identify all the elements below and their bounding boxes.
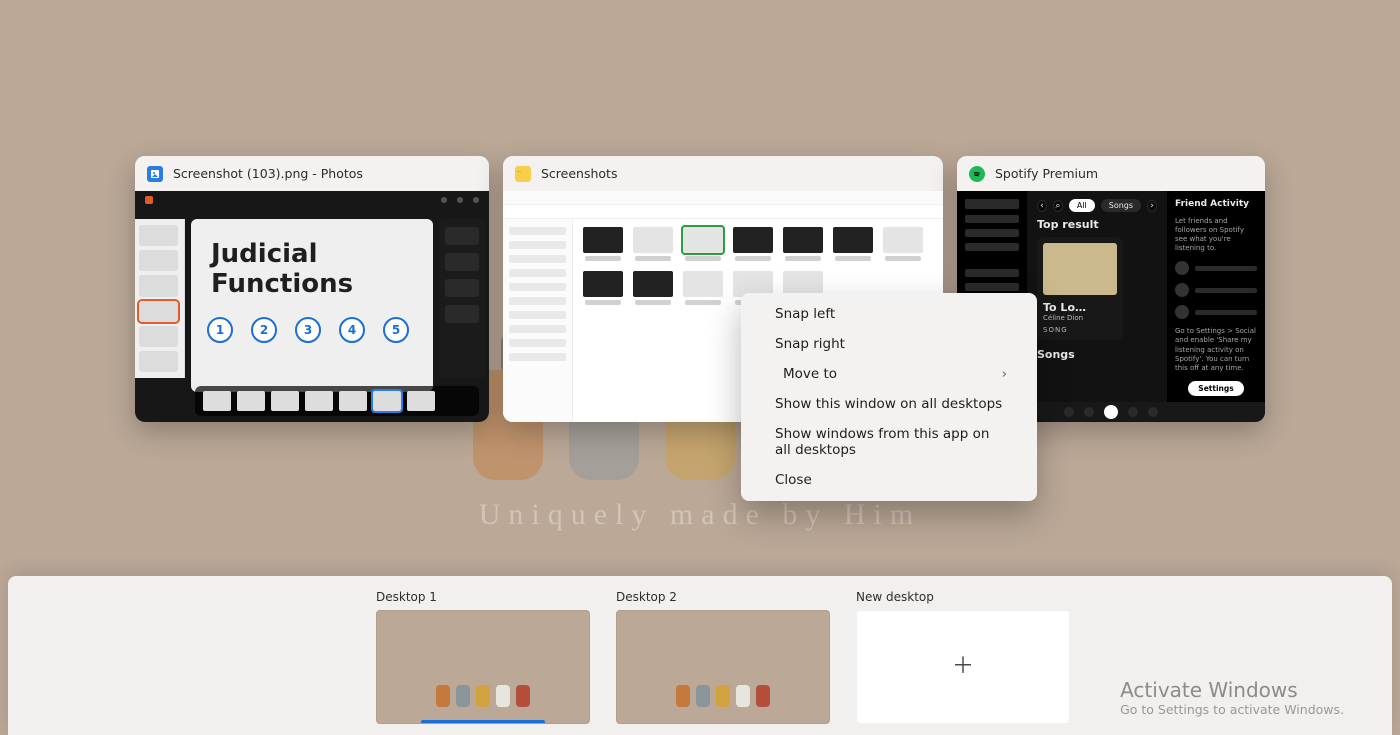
window-preview: Judicial Functions 1 2 3 4 5: [135, 191, 489, 422]
chip: 1: [207, 317, 233, 343]
slide-title: Judicial Functions: [207, 233, 417, 301]
settings-button: Settings: [1188, 381, 1243, 396]
result-title: To Lo…: [1043, 301, 1117, 314]
task-view-windows: Screenshot (103).png - Photos Judicial F…: [0, 156, 1400, 422]
explorer-sidebar: [503, 219, 573, 422]
friend-cta-text: Go to Settings > Social and enable 'Shar…: [1175, 327, 1257, 372]
forward-icon: ›: [1147, 200, 1157, 212]
friend-activity-panel: Friend Activity Let friends and follower…: [1167, 191, 1265, 402]
new-desktop-thumbnail[interactable]: ＋: [856, 610, 1070, 724]
result-tag: SONG: [1043, 326, 1117, 334]
nav-search: [965, 229, 1019, 237]
prev-icon: [1084, 407, 1094, 417]
watermark-title: Activate Windows: [1120, 678, 1344, 702]
top-result-heading: Top result: [1037, 218, 1157, 231]
spotify-main: ‹ ⌕ All Songs › Top result To Lo… Céline…: [1027, 191, 1167, 402]
photos-filmstrip: [195, 386, 479, 416]
desktop-label: Desktop 1: [376, 590, 590, 604]
window-context-menu: Snap left Snap right Move to › Show this…: [741, 293, 1037, 501]
next-icon: [1128, 407, 1138, 417]
chip: 3: [295, 317, 321, 343]
window-title: Spotify Premium: [995, 166, 1098, 181]
menu-label: Snap right: [775, 336, 845, 352]
menu-close[interactable]: Close: [741, 465, 1037, 495]
avatar-icon: [1175, 283, 1189, 297]
tab-songs: Songs: [1101, 199, 1141, 212]
menu-label: Show this window on all desktops: [775, 396, 1002, 412]
virtual-desktops-strip: Desktop 1 Desktop 2 New desktop ＋ Activa…: [8, 576, 1392, 735]
spotify-icon: [969, 166, 985, 182]
window-title: Screenshots: [541, 166, 617, 181]
shuffle-icon: [1064, 407, 1074, 417]
watermark-sub: Go to Settings to activate Windows.: [1120, 702, 1344, 717]
nav-liked: [965, 283, 1019, 291]
menu-label: Move to: [775, 366, 837, 382]
window-titlebar: Screenshot (103).png - Photos: [135, 156, 489, 191]
menu-label: Snap left: [775, 306, 835, 322]
result-artist: Céline Dion: [1043, 314, 1117, 322]
friend-heading: Friend Activity: [1175, 199, 1257, 209]
friend-text: Let friends and followers on Spotify see…: [1175, 217, 1257, 253]
menu-show-all-desktops[interactable]: Show this window on all desktops: [741, 389, 1037, 419]
chip: 2: [251, 317, 277, 343]
photos-app-icon: [147, 166, 163, 182]
desktop-thumbnail[interactable]: [376, 610, 590, 724]
new-desktop[interactable]: New desktop ＋: [856, 590, 1070, 724]
photos-right-panel: [439, 219, 485, 378]
new-desktop-label: New desktop: [856, 590, 1070, 604]
photos-topbar: [135, 191, 489, 209]
plus-icon: ＋: [952, 656, 974, 678]
app-icon: [145, 196, 153, 204]
repeat-icon: [1148, 407, 1158, 417]
desktop-item[interactable]: Desktop 1: [376, 590, 590, 724]
nav-home: [965, 215, 1019, 223]
desktop-thumbnail[interactable]: [616, 610, 830, 724]
window-thumbnail-photos[interactable]: Screenshot (103).png - Photos Judicial F…: [135, 156, 489, 422]
album-art: [1043, 243, 1117, 295]
menu-show-app-all-desktops[interactable]: Show windows from this app on all deskto…: [741, 419, 1037, 465]
nav-library: [965, 243, 1019, 251]
slide-canvas: Judicial Functions 1 2 3 4 5: [191, 219, 433, 392]
avatar-icon: [1175, 261, 1189, 275]
top-result-card: To Lo… Céline Dion SONG: [1037, 237, 1123, 340]
desktop-item[interactable]: Desktop 2: [616, 590, 830, 724]
search-icon: ⌕: [1053, 200, 1063, 212]
songs-heading: Songs: [1037, 348, 1157, 361]
slide-chips: 1 2 3 4 5: [207, 317, 417, 343]
window-titlebar: Screenshots: [503, 156, 943, 191]
wallpaper-caption: Uniquely made by Him: [479, 498, 921, 532]
window-titlebar: Spotify Premium: [957, 156, 1265, 191]
nav-create: [965, 269, 1019, 277]
chevron-right-icon: ›: [1002, 366, 1007, 382]
back-icon: ‹: [1037, 200, 1047, 212]
menu-snap-right[interactable]: Snap right: [741, 329, 1037, 359]
menu-label: Show windows from this app on all deskto…: [775, 426, 1007, 458]
slide-thumbnails: [135, 219, 185, 378]
desktop-label: Desktop 2: [616, 590, 830, 604]
menu-move-to[interactable]: Move to ›: [741, 359, 1037, 389]
chip: 5: [383, 317, 409, 343]
chip: 4: [339, 317, 365, 343]
folder-icon: [515, 166, 531, 182]
menu-snap-left[interactable]: Snap left: [741, 299, 1037, 329]
activation-watermark: Activate Windows Go to Settings to activ…: [1120, 678, 1344, 717]
tab-all: All: [1069, 199, 1095, 212]
play-icon: [1104, 405, 1118, 419]
menu-label: Close: [775, 472, 812, 488]
avatar-icon: [1175, 305, 1189, 319]
window-title: Screenshot (103).png - Photos: [173, 166, 363, 181]
